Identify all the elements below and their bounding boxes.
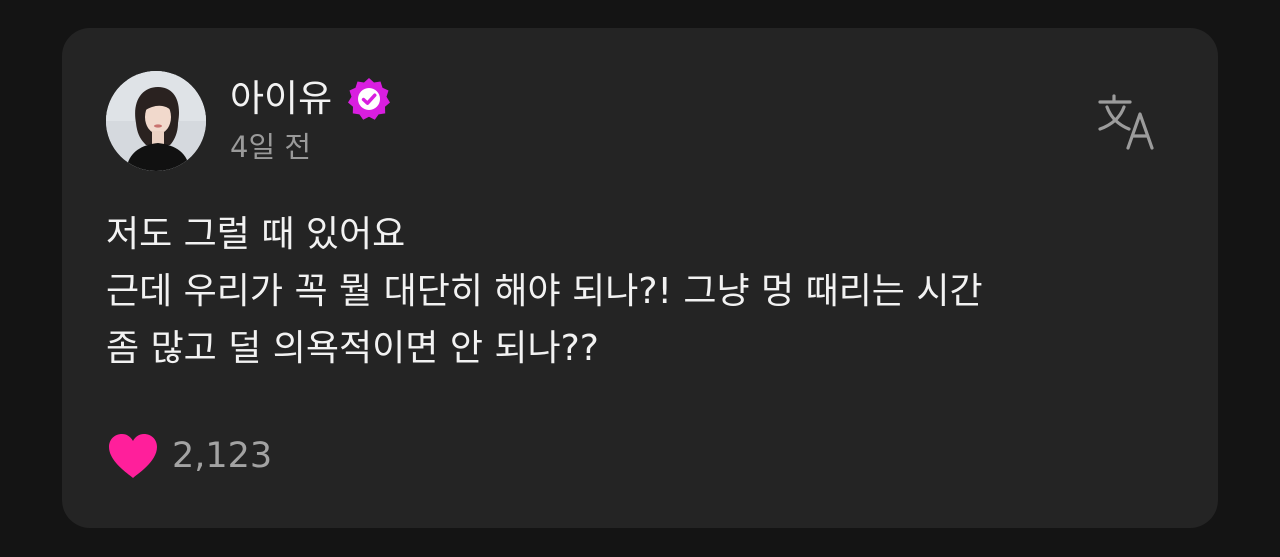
translate-icon[interactable] [1096, 92, 1158, 150]
post-body-line: 근데 우리가 꼭 뭘 대단히 해야 되나?! 그냥 멍 때리는 시간 [106, 271, 983, 312]
author-name[interactable]: 아이유 [230, 74, 332, 124]
verified-badge-icon [346, 76, 392, 122]
post-body-line: 저도 그럴 때 있어요 [106, 214, 406, 255]
post-card: 아이유 4일 전 저도 그럴 때 있어요 근데 우리가 꼭 뭘 대단히 해야 되… [62, 28, 1218, 528]
author-header: 아이유 [230, 74, 392, 124]
author-avatar[interactable] [106, 71, 206, 171]
post-body-line: 좀 많고 덜 의욕적이면 안 되나?? [106, 328, 599, 369]
post-time[interactable]: 4일 전 [230, 128, 311, 166]
like-count: 2,123 [172, 436, 273, 476]
avatar-image [106, 71, 206, 171]
like-bar: 2,123 [106, 428, 272, 484]
heart-icon[interactable] [106, 432, 160, 480]
post-body: 저도 그럴 때 있어요 근데 우리가 꼭 뭘 대단히 해야 되나?! 그냥 멍 … [106, 206, 1176, 377]
